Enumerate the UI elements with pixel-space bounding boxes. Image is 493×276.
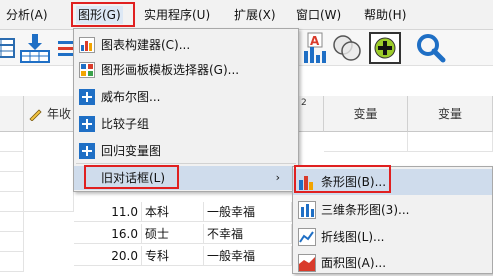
table-cell-education[interactable]: 本科 [142,202,204,222]
submenu-item-bar[interactable]: 条形图(B)... [293,169,492,195]
import-icon[interactable] [18,31,52,65]
ruler-icon [29,109,42,121]
search-icon[interactable] [413,31,447,65]
chart-a-icon[interactable]: A [300,31,334,65]
row-header[interactable] [0,252,24,272]
bar-chart-icon [299,176,313,190]
area-chart-icon [298,254,316,272]
table-cell-happiness[interactable]: 一般幸福 [204,202,292,222]
row-header[interactable] [0,212,24,232]
add-icon[interactable] [368,31,402,65]
menu-utilities[interactable]: 实用程序(U) [142,6,212,24]
menu-extensions[interactable]: 扩展(X) [232,6,278,24]
menu-graphs[interactable]: 图形(G) [76,6,123,24]
3d-bar-chart-icon [298,201,316,219]
menubar: 分析(A) 图形(G) 实用程序(U) 扩展(X) 窗口(W) 帮助(H) [0,0,493,30]
row-header[interactable] [0,152,24,172]
submenu-item-line[interactable]: 折线图(L)... [293,224,492,250]
menu-item-graphboard-template[interactable]: 图形画板模板选择器(G)... [74,58,298,82]
legacy-dialogs-submenu: 条形图(B)... 三维条形图(3)... 折线图(L)... 面积图(A)..… [292,166,493,274]
row-header[interactable] [0,172,24,192]
row-header-corner [0,96,24,132]
menu-analyze[interactable]: 分析(A) [4,6,50,24]
row-header[interactable] [0,192,24,212]
table-cell[interactable] [24,192,74,212]
table-cell-income[interactable]: 11.0 [74,202,142,222]
menu-item-compare-subgroups[interactable]: 比较子组 [74,112,298,136]
column-header-var[interactable]: 变量 [324,96,408,132]
submenu-arrow-icon: › [275,171,280,184]
table-cell[interactable] [408,132,493,152]
svg-text:A: A [310,34,320,48]
menu-window[interactable]: 窗口(W) [294,6,343,24]
submenu-item-3d-bar[interactable]: 三维条形图(3)... [293,197,492,223]
plus-box-icon [79,143,95,159]
menu-item-regression-plot[interactable]: 回归变量图 [74,139,298,163]
menu-item-weibull[interactable]: 威布尔图... [74,85,298,109]
row-header[interactable] [0,232,24,252]
table-cell-income[interactable]: 16.0 [74,224,142,244]
column-header-income[interactable]: 年收 [24,96,74,132]
table-cell-happiness[interactable]: 一般幸福 [204,246,292,266]
graphs-dropdown-menu: 图表构建器(C)... 图形画板模板选择器(G)... 威布尔图... 比较子组 [73,28,299,192]
plus-box-icon [79,89,95,105]
submenu-item-area[interactable]: 面积图(A)... [293,250,492,276]
column-header-var[interactable]: 变量 [408,96,493,132]
graphboard-icon [79,62,95,78]
line-chart-icon [298,228,316,246]
menu-item-chart-builder[interactable]: 图表构建器(C)... [74,33,298,57]
menu-item-legacy-dialogs[interactable]: 旧对话框(L) › [74,166,298,190]
plus-box-icon [79,116,95,132]
table-cell-education[interactable]: 硕士 [142,224,204,244]
table-cell[interactable] [324,132,408,152]
table-cell-happiness[interactable]: 不幸福 [204,224,292,244]
menu-help[interactable]: 帮助(H) [362,6,408,24]
venn-icon[interactable] [330,31,364,65]
table-cell-income[interactable]: 20.0 [74,246,142,266]
table-cell-education[interactable]: 专科 [142,246,204,266]
menu-separator [76,163,296,164]
column-header-label: 年收 [47,107,72,121]
chart-builder-icon [79,37,95,53]
row-header[interactable] [0,132,24,152]
column-header-fragment: 2 [299,96,324,132]
